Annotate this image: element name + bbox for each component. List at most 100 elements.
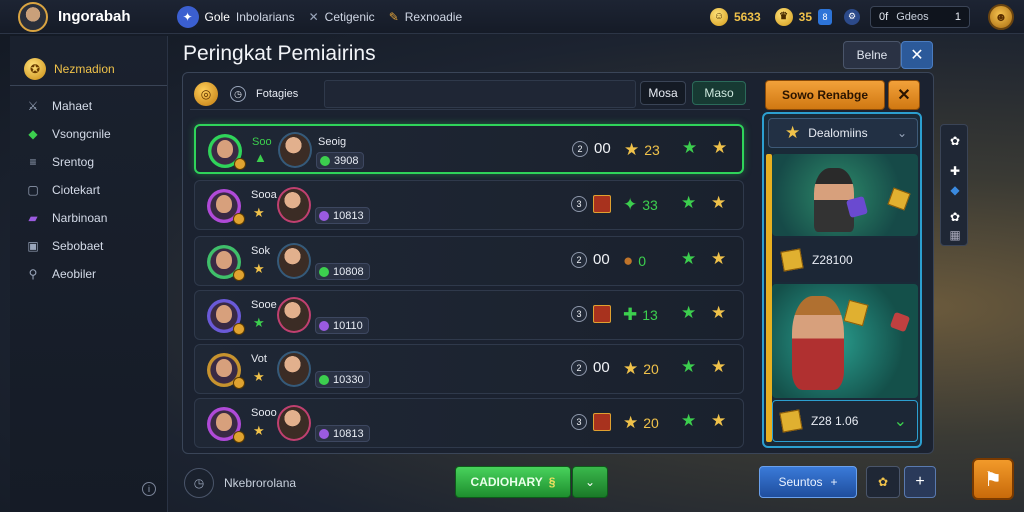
power-chip: 10808 <box>315 263 370 280</box>
quest-fab-button[interactable]: ⚑ <box>972 458 1014 500</box>
reward-card-1[interactable] <box>772 154 918 236</box>
paw-button[interactable]: ✿ <box>866 466 900 498</box>
score-rank-icon: 2 <box>572 140 588 157</box>
stat-cell: ✚ 13 <box>623 305 658 325</box>
paw-icon[interactable]: ✿ <box>945 131 965 151</box>
info-icon[interactable]: i <box>142 482 156 496</box>
sidebar-item-label: Nezmadion <box>54 61 115 76</box>
coin-filter-icon[interactable]: ◎ <box>194 82 218 106</box>
paw-icon[interactable]: ✿ <box>945 207 965 227</box>
sidebar-item-label: Vsongcnile <box>52 127 111 141</box>
trophy-icon: ♛ <box>774 7 793 26</box>
leaderboard-row[interactable]: Sooa ★ 10813 3 ✦ 33 ★ ★ <box>194 180 744 230</box>
stat-value: 33 <box>642 197 658 213</box>
sidebar-item-ciotekart[interactable]: ▢ Ciotekart <box>10 176 167 204</box>
leaderboard-row[interactable]: Soo ▲ Seoig 3908 2 00 ★ 23 ★ ★ <box>194 124 744 174</box>
coin-small-icon: § <box>548 475 556 489</box>
stat-value: 20 <box>643 415 659 431</box>
profile-badge-icon[interactable]: ☻ <box>988 3 1014 30</box>
power-value: 10813 <box>333 209 364 222</box>
filter-btn-maso[interactable]: Maso <box>692 81 746 105</box>
reward-card-2[interactable] <box>772 284 918 398</box>
tab-cetigenic-label: Cetigenic <box>324 9 375 24</box>
plus-icon: + <box>830 475 838 489</box>
score-value: 00 <box>593 359 610 376</box>
filter-search-input[interactable] <box>324 80 636 108</box>
green-star-icon: ★ <box>682 138 698 157</box>
rank-badge-icon <box>233 269 245 281</box>
bottom-bar: ◷ Nkebrorolana CADIOHARY § ⌄ Seuntos + ✿ + <box>182 462 942 506</box>
blue-action-button[interactable]: Seuntos + <box>759 466 857 498</box>
stat-value: 20 <box>643 361 659 377</box>
gem-icon <box>319 374 329 385</box>
tab-gole-label2: Inbolarians <box>235 9 295 24</box>
player-name: Sooe <box>251 299 277 311</box>
close-button[interactable]: ✕ <box>901 41 933 69</box>
clock-icon[interactable]: ◷ <box>230 86 246 102</box>
tab-rexnoadie-label: Rexnoadie <box>404 9 463 24</box>
gold-star-icon: ★ <box>711 357 727 376</box>
dialog-label-button[interactable]: Belne <box>843 41 901 69</box>
tab-gole[interactable]: ✦ Gole Inbolarians <box>176 5 295 28</box>
sidebar-item-label: Aeobiler <box>52 267 97 281</box>
tab-cetigenic[interactable]: ✕ Cetigenic <box>309 10 375 24</box>
green-action-button[interactable]: CADIOHARY § <box>455 466 571 498</box>
settings-icon[interactable]: ⚙ <box>844 8 860 25</box>
reward-value-text: Z28100 <box>812 253 853 267</box>
player-avatar[interactable] <box>18 1 48 32</box>
briefcase-icon: ▣ <box>27 239 39 253</box>
gold-cube-icon <box>887 187 911 211</box>
green-star-icon: ★ <box>681 411 697 430</box>
score-cell: 2 00 <box>572 140 611 157</box>
sidebar-item-active[interactable]: ✪ Nezmadion <box>10 56 167 86</box>
score-cell: 3 <box>571 305 611 323</box>
green-dropdown-button[interactable]: ⌄ <box>572 466 608 498</box>
sidebar-item-narbinoan[interactable]: ▰ Narbinoan <box>10 204 167 232</box>
search-suffix: 1 <box>954 10 961 23</box>
stat-cell: ★ 23 <box>624 140 660 160</box>
power-chip: 10110 <box>315 317 369 334</box>
sidebar-item-srentog[interactable]: ≡ Srentog <box>10 148 167 176</box>
green-star-icon: ★ <box>681 193 697 212</box>
puzzle-icon[interactable]: ✚ <box>945 161 965 181</box>
sidebar-item-vsongcnile[interactable]: ◆ Vsongcnile <box>10 120 167 148</box>
sidebar-item-label: Narbinoan <box>52 211 108 225</box>
side-toolbar: ✿ ✚ ◆ ✿ ▦ <box>940 124 968 246</box>
leaderboard-row[interactable]: Sooo ★ 10813 3 ★ 20 ★ ★ <box>194 398 744 448</box>
blue-gem-icon[interactable]: ◆ <box>945 183 965 197</box>
add-button[interactable]: + <box>904 466 936 498</box>
sort-button[interactable]: Sowo Renabge <box>765 80 885 110</box>
search-box[interactable]: 0f Gdeos 1 <box>870 5 970 28</box>
chest-icon <box>593 305 611 323</box>
top-bar: Ingorabah ✦ Gole Inbolarians ✕ Cetigenic… <box>0 0 1024 34</box>
sort-close-button[interactable]: ✕ <box>888 80 920 110</box>
power-chip: 10813 <box>315 425 370 442</box>
player-name: Sok <box>251 245 270 257</box>
leaderboard-row[interactable]: Sok ★ 10808 2 00 ● 0 ★ ★ <box>194 236 744 286</box>
grid-icon[interactable]: ▦ <box>945 227 965 243</box>
gem-icon <box>319 266 329 277</box>
sidebar-item-mahaet[interactable]: ⚔ Mahaet <box>10 92 167 120</box>
reward-value-2: Z28 1.06 ⌄ <box>772 400 918 442</box>
settings-circle-icon[interactable]: ◷ <box>184 468 214 498</box>
level-up-icon: ★ <box>253 205 265 220</box>
score-rank-icon: 2 <box>571 359 587 376</box>
tab-rexnoadie[interactable]: ✎ Rexnoadie <box>389 10 462 24</box>
sidebar-item-sebobaet[interactable]: ▣ Sebobaet <box>10 232 167 260</box>
leaderboard-row[interactable]: Sooe ★ 10110 3 ✚ 13 ★ ★ <box>194 290 744 340</box>
gold-medal-icon: ✪ <box>24 57 46 80</box>
chevron-down-icon: ⌄ <box>893 413 907 430</box>
rank-badge-icon <box>233 431 245 443</box>
stat-icon: ✦ <box>623 195 638 214</box>
gem-icon <box>319 320 329 331</box>
sidebar-item-aeobiler[interactable]: ⚲ Aeobiler <box>10 260 167 288</box>
rocket-icon: ✦ <box>176 5 199 28</box>
page-title: Peringkat Pemiairins <box>183 42 376 65</box>
reward-dropdown[interactable]: ★ Dealomiins ⌄ <box>768 118 918 148</box>
leaderboard-row[interactable]: Vot ★ 10330 2 00 ★ 20 ★ ★ <box>194 344 744 394</box>
sidebar: ✪ Nezmadion ⚔ Mahaet ◆ Vsongcnile ≡ Srentog… <box>10 36 168 512</box>
chest-icon <box>593 413 611 431</box>
stat-value: 13 <box>642 307 658 323</box>
stat-icon: ★ <box>624 140 640 159</box>
filter-btn-mosa[interactable]: Mosa <box>640 81 686 105</box>
